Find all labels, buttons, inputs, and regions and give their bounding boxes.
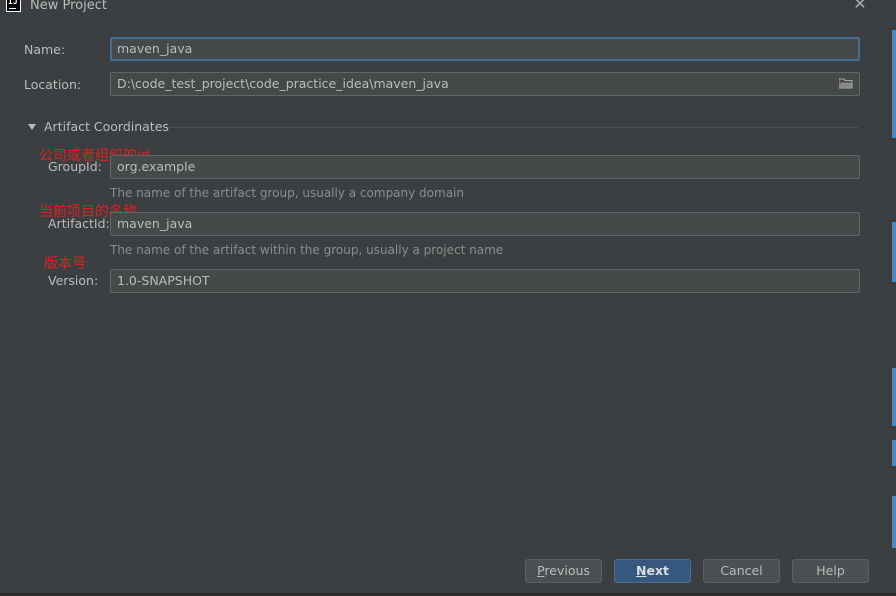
- groupid-input[interactable]: org.example: [110, 155, 860, 179]
- help-button[interactable]: Help: [792, 559, 869, 583]
- intellij-app-icon: [6, 0, 21, 12]
- name-input[interactable]: maven_java: [110, 37, 860, 61]
- collapse-triangle-icon[interactable]: [28, 124, 36, 130]
- version-input[interactable]: 1.0-SNAPSHOT: [110, 269, 860, 293]
- cancel-button[interactable]: Cancel: [703, 559, 780, 583]
- artifact-coordinates-section[interactable]: Artifact Coordinates: [28, 119, 860, 135]
- background-window-edge: [892, 440, 896, 466]
- previous-button[interactable]: Previous: [525, 559, 602, 583]
- background-window-edge: [892, 496, 896, 548]
- previous-label: revious: [544, 563, 590, 578]
- location-value: D:\code_test_project\code_practice_idea\…: [117, 76, 449, 91]
- next-label: ext: [646, 563, 669, 578]
- background-window-edge: [892, 222, 896, 282]
- section-title: Artifact Coordinates: [44, 119, 169, 134]
- artifactid-hint: The name of the artifact within the grou…: [110, 243, 504, 257]
- window-title: New Project: [30, 0, 107, 13]
- section-divider: [168, 127, 858, 128]
- artifactid-input[interactable]: maven_java: [110, 212, 860, 236]
- name-label: Name:: [24, 42, 66, 57]
- title-bar: New Project ✕: [0, 0, 896, 16]
- location-input[interactable]: D:\code_test_project\code_practice_idea\…: [110, 72, 860, 96]
- close-icon[interactable]: ✕: [852, 0, 868, 12]
- folder-icon[interactable]: [839, 78, 853, 89]
- groupid-label: GroupId:: [48, 159, 102, 174]
- next-mnemonic: N: [636, 563, 647, 578]
- next-button[interactable]: Next: [614, 559, 691, 583]
- version-annotation: 版本号: [44, 256, 86, 272]
- artifactid-label: ArtifactId:: [48, 216, 110, 231]
- background-window-edge: [892, 368, 896, 426]
- groupid-hint: The name of the artifact group, usually …: [110, 186, 464, 200]
- location-label: Location:: [24, 77, 82, 92]
- background-window-edge: [892, 30, 896, 138]
- version-label: Version:: [48, 273, 99, 288]
